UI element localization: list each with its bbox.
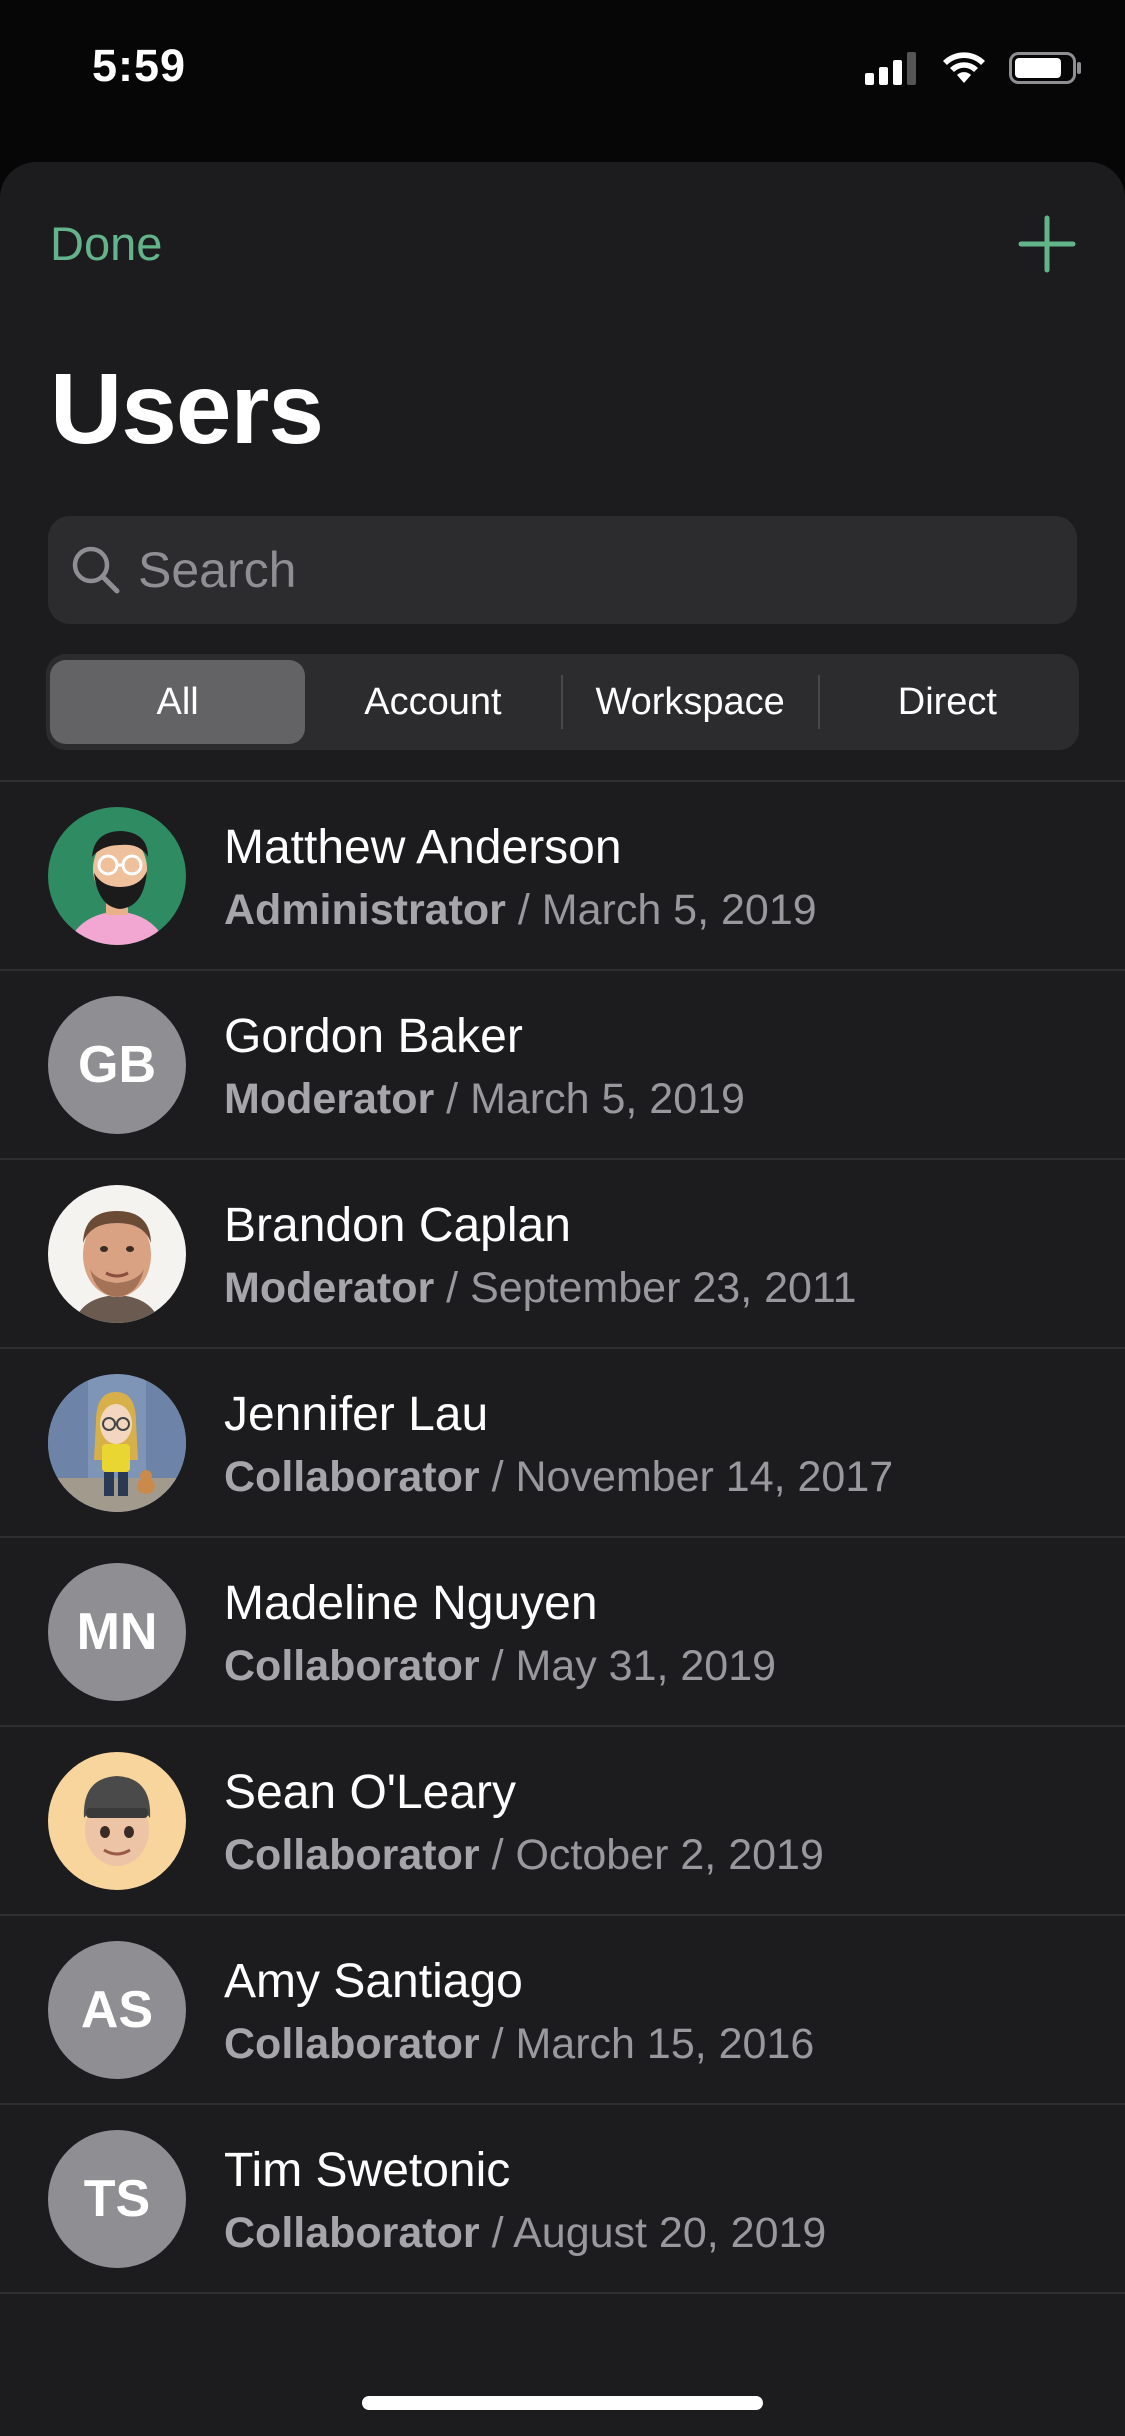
user-date: March 5, 2019 — [541, 886, 817, 934]
user-row[interactable]: Matthew Anderson Administrator / March 5… — [0, 782, 1125, 971]
segment-account[interactable]: Account — [305, 660, 560, 744]
user-meta: Collaborator / August 20, 2019 — [224, 2209, 826, 2258]
avatar — [48, 1374, 186, 1512]
meta-separator: / — [479, 1642, 516, 1690]
meta-separator: / — [479, 1831, 516, 1879]
user-date: September 23, 2011 — [470, 1264, 857, 1312]
user-name: Tim Swetonic — [224, 2144, 511, 2197]
user-name: Brandon Caplan — [224, 1199, 571, 1252]
user-meta: Moderator / September 23, 2011 — [224, 1264, 857, 1313]
avatar: TS — [48, 2130, 186, 2268]
user-meta: Collaborator / May 31, 2019 — [224, 1642, 776, 1691]
status-time: 5:59 — [92, 40, 187, 91]
user-name: Sean O'Leary — [224, 1766, 517, 1819]
user-meta: Moderator / March 5, 2019 — [224, 1075, 745, 1124]
segment-direct[interactable]: Direct — [820, 660, 1075, 744]
user-meta: Collaborator / October 2, 2019 — [224, 1831, 824, 1880]
segment-all[interactable]: All — [50, 660, 306, 744]
user-date: March 15, 2016 — [515, 2020, 815, 2068]
user-role: Administrator — [224, 886, 506, 934]
meta-separator: / — [434, 1075, 471, 1123]
plus-icon — [1018, 215, 1076, 273]
user-role: Moderator — [224, 1075, 435, 1123]
avatar — [48, 1752, 186, 1890]
status-icons — [865, 50, 1083, 90]
user-meta: Administrator / March 5, 2019 — [224, 886, 817, 935]
user-row[interactable]: TS Tim Swetonic Collaborator / August 20… — [0, 2105, 1125, 2294]
user-name: Amy Santiago — [224, 1955, 523, 2008]
cellular-signal-icon — [865, 51, 919, 90]
user-name: Jennifer Lau — [224, 1388, 489, 1441]
users-sheet: Done Users All Account Workspace Direct — [0, 162, 1125, 2436]
avatar: GB — [48, 996, 186, 1134]
meta-separator: / — [434, 1264, 471, 1312]
filter-segmented-control: All Account Workspace Direct — [46, 654, 1079, 750]
done-button[interactable]: Done — [50, 216, 162, 271]
user-name: Madeline Nguyen — [224, 1577, 598, 1630]
search-input[interactable] — [138, 516, 1038, 624]
user-name: Matthew Anderson — [224, 821, 622, 874]
avatar: AS — [48, 1941, 186, 2079]
user-name: Gordon Baker — [224, 1010, 523, 1063]
meta-separator: / — [505, 886, 542, 934]
user-meta: Collaborator / November 14, 2017 — [224, 1453, 893, 1502]
add-user-button[interactable] — [1017, 214, 1077, 274]
status-bar: 5:59 — [0, 0, 1125, 140]
users-list: Matthew Anderson Administrator / March 5… — [0, 780, 1125, 2294]
user-role: Collaborator — [224, 1453, 480, 1501]
user-row[interactable]: Jennifer Lau Collaborator / November 14,… — [0, 1349, 1125, 1538]
meta-separator: / — [479, 1453, 516, 1501]
user-role: Moderator — [224, 1264, 435, 1312]
user-date: August 20, 2019 — [513, 2209, 827, 2257]
user-role: Collaborator — [224, 2020, 480, 2068]
page-title: Users — [50, 353, 324, 465]
user-date: October 2, 2019 — [515, 1831, 824, 1879]
user-row[interactable]: MN Madeline Nguyen Collaborator / May 31… — [0, 1538, 1125, 1727]
user-row[interactable]: Brandon Caplan Moderator / September 23,… — [0, 1160, 1125, 1349]
avatar: MN — [48, 1563, 186, 1701]
user-date: March 5, 2019 — [470, 1075, 745, 1123]
wifi-icon — [941, 50, 987, 91]
battery-icon — [1009, 50, 1083, 91]
search-bar[interactable] — [48, 516, 1077, 624]
avatar — [48, 1185, 186, 1323]
user-row[interactable]: AS Amy Santiago Collaborator / March 15,… — [0, 1916, 1125, 2105]
user-date: November 14, 2017 — [515, 1453, 894, 1501]
user-row[interactable]: GB Gordon Baker Moderator / March 5, 201… — [0, 971, 1125, 1160]
home-indicator[interactable] — [362, 2396, 763, 2410]
avatar — [48, 807, 186, 945]
user-meta: Collaborator / March 15, 2016 — [224, 2020, 814, 2069]
segment-workspace[interactable]: Workspace — [563, 660, 818, 744]
user-date: May 31, 2019 — [515, 1642, 777, 1690]
users-screen: 5:59 Done Users Search All Account Works… — [0, 0, 1125, 2436]
user-role: Collaborator — [224, 2209, 480, 2257]
user-role: Collaborator — [224, 1831, 480, 1879]
meta-separator: / — [479, 2020, 516, 2068]
user-role: Collaborator — [224, 1642, 480, 1690]
search-icon — [72, 546, 120, 594]
meta-separator: / — [479, 2209, 514, 2257]
user-row[interactable]: Sean O'Leary Collaborator / October 2, 2… — [0, 1727, 1125, 1916]
